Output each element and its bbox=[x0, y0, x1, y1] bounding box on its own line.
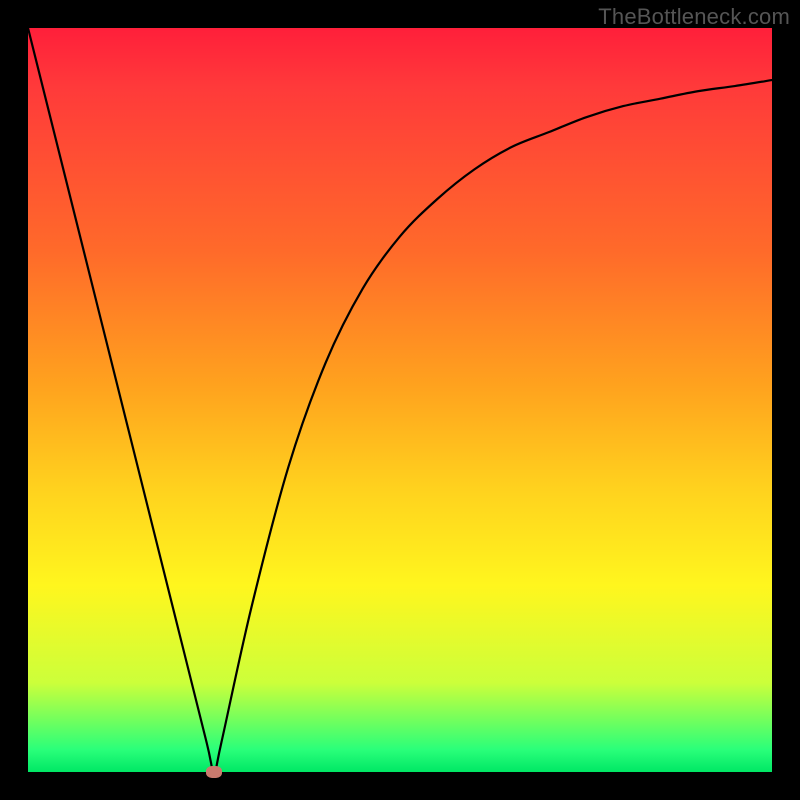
bottleneck-curve bbox=[28, 28, 772, 772]
watermark-text: TheBottleneck.com bbox=[598, 4, 790, 30]
chart-frame: TheBottleneck.com bbox=[0, 0, 800, 800]
min-marker bbox=[206, 766, 222, 778]
plot-area bbox=[28, 28, 772, 772]
